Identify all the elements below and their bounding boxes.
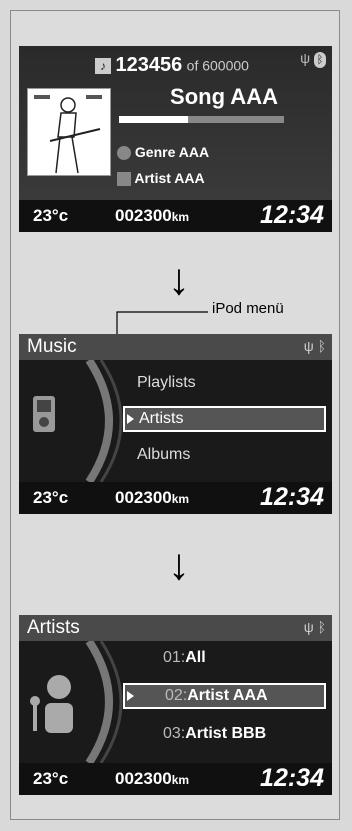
menu-item-albums[interactable]: Albums [123, 442, 326, 468]
artist-person-icon [47, 675, 71, 699]
list-item-number: 03: [163, 725, 186, 742]
screen-title: Music [27, 336, 77, 357]
selection-arrow-icon [127, 414, 134, 424]
music-menu-screen: Music ψ ᛒ Playlists Artists Albums 23°c 00… [19, 334, 332, 514]
temperature: 23°c [33, 769, 69, 788]
bluetooth-icon: ᛒ [317, 619, 326, 635]
menu-item-label: Albums [137, 446, 191, 463]
list-item-number: 02: [165, 687, 188, 704]
menu-item-playlists[interactable]: Playlists [123, 370, 326, 396]
list-item-label: Artist AAA [187, 687, 268, 704]
list-item-number: 01: [163, 649, 186, 666]
dial-arc [30, 641, 123, 763]
clock: 12:34 [260, 764, 324, 792]
usb-icon: ψ [303, 619, 314, 635]
artist-list-item[interactable]: 03:Artist BBB [123, 721, 326, 747]
artist-list-item[interactable]: 01:All [123, 645, 326, 671]
list-item-label: Artist BBB [185, 725, 267, 742]
selection-arrow-icon [127, 691, 134, 701]
info-bar: 23°c 002300km 12:34 [19, 763, 332, 795]
status-icons: ψ ᛒ [304, 338, 326, 354]
title-bar: Artists ψ ᛒ [19, 615, 332, 641]
dial-arc [33, 360, 123, 482]
artists-screen: Artists ψ ᛒ 01:All 02:Artist AAA 03:Artist… [19, 615, 332, 795]
menu-area: 01:All 02:Artist AAA 03:Artist BBB [19, 641, 332, 763]
artist-list-item[interactable]: 02:Artist AAA [123, 683, 326, 709]
menu-area: Playlists Artists Albums [19, 360, 332, 482]
menu-item-label: Artists [139, 410, 184, 427]
clock: 12:34 [260, 483, 324, 511]
list-item-label: All [185, 649, 206, 666]
bluetooth-icon: ᛒ [317, 338, 326, 354]
usb-icon: ψ [303, 338, 314, 354]
menu-item-artists[interactable]: Artists [123, 406, 326, 432]
odometer: 002300km [115, 769, 190, 788]
menu-item-label: Playlists [137, 374, 196, 391]
info-bar: 23°c 002300km 12:34 [19, 482, 332, 514]
odometer: 002300km [115, 488, 190, 507]
temperature: 23°c [33, 488, 69, 507]
status-icons: ψ ᛒ [304, 619, 326, 635]
screen-title: Artists [27, 617, 80, 638]
down-arrow-icon: ↓ [168, 540, 190, 589]
title-bar: Music ψ ᛒ [19, 334, 332, 360]
